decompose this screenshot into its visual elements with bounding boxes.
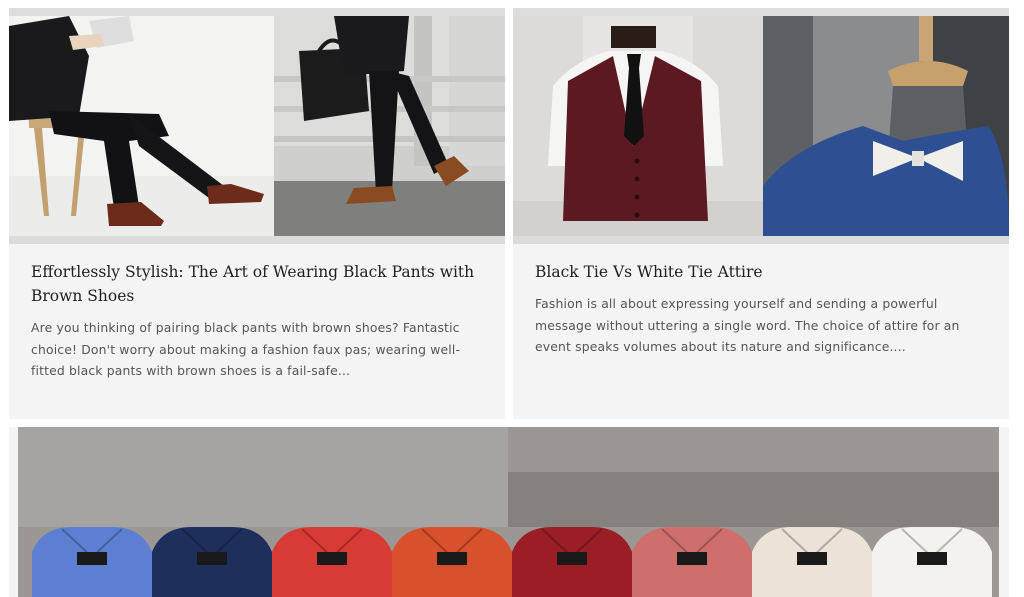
card-image-black-tie-vs-white-tie[interactable] [513, 16, 1009, 236]
card-image-top-border [9, 8, 505, 16]
card-image-top-border [513, 8, 1009, 16]
folded-shirt [752, 527, 872, 597]
folded-shirt [512, 527, 632, 597]
mannequin-bowtie-photo [763, 16, 1009, 236]
card-image-bottom-border [513, 236, 1009, 244]
man-seated-photo [9, 16, 274, 236]
card-image-bottom-border [9, 236, 505, 244]
folded-shirt [392, 527, 512, 597]
card-image-dress-shirts[interactable] [18, 427, 999, 597]
blog-card-black-pants-brown-shoes[interactable]: Effortlessly Stylish: The Art of Wearing… [9, 8, 505, 419]
folded-shirt [872, 527, 992, 597]
card-title[interactable]: Effortlessly Stylish: The Art of Wearing… [31, 260, 481, 308]
card-title[interactable]: Black Tie Vs White Tie Attire [535, 260, 985, 284]
folded-shirts-photo [18, 427, 999, 597]
card-image-black-pants-brown-shoes[interactable] [9, 16, 505, 236]
folded-shirt [272, 527, 392, 597]
card-excerpt: Are you thinking of pairing black pants … [31, 320, 461, 379]
folded-shirt [152, 527, 272, 597]
card-excerpt: Fashion is all about expressing yourself… [535, 296, 960, 355]
blog-card-dress-shirts[interactable] [9, 427, 1009, 597]
mannequin-vest-photo [513, 16, 763, 236]
man-walking-photo [274, 16, 505, 236]
folded-shirt [632, 527, 752, 597]
folded-shirt [32, 527, 152, 597]
blog-card-black-tie-vs-white-tie[interactable]: Black Tie Vs White Tie Attire Fashion is… [513, 8, 1009, 419]
